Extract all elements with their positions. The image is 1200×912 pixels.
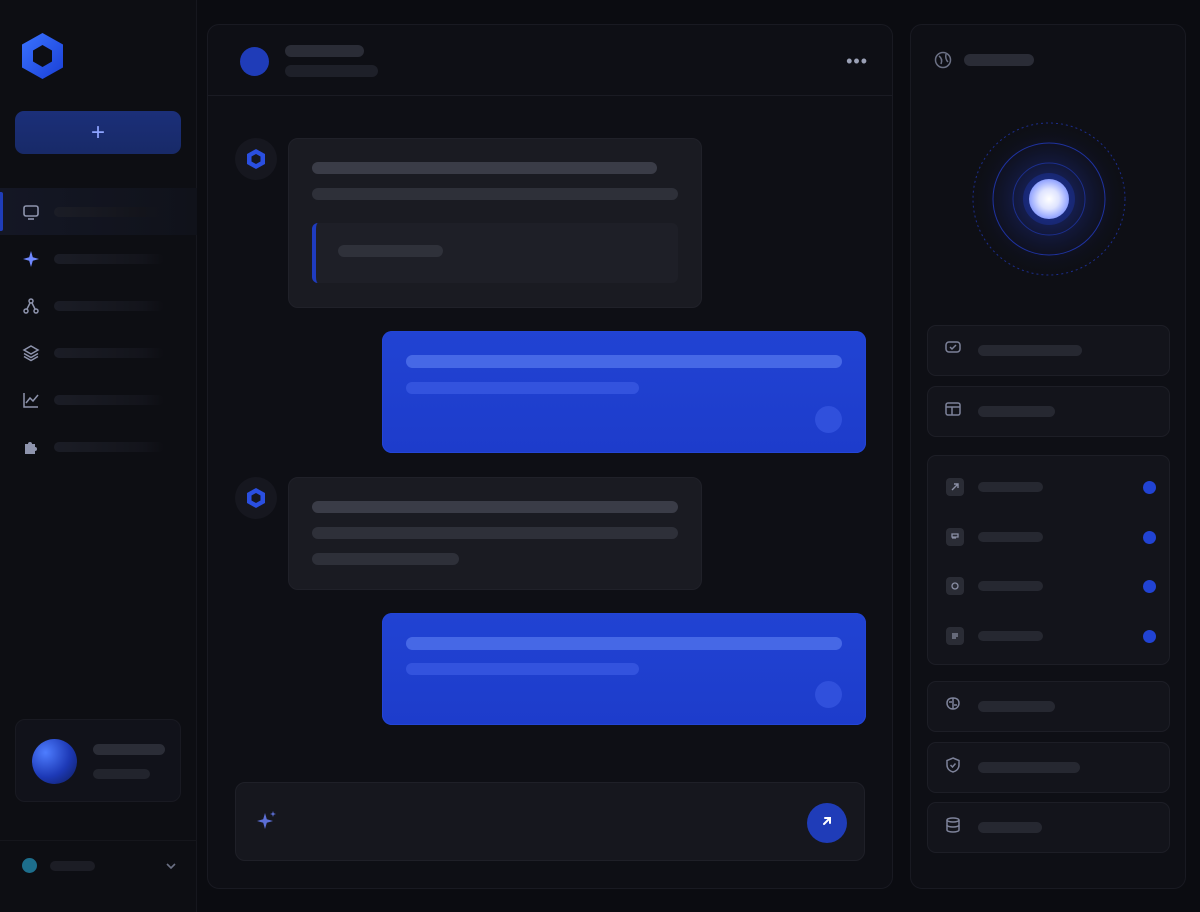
sidebar-item-layers[interactable] <box>0 329 197 376</box>
panel-title <box>964 54 1034 66</box>
sidebar-item-label <box>54 347 164 358</box>
message-text-line <box>312 501 678 513</box>
list-item[interactable] <box>946 626 1156 646</box>
sparkle-icon <box>21 249 41 269</box>
integrations-list <box>927 455 1170 665</box>
sidebar-item-label <box>54 394 164 405</box>
status-dot <box>1143 530 1156 544</box>
new-chat-button[interactable]: + <box>15 111 181 154</box>
sidebar-item-sparkle[interactable] <box>0 235 197 282</box>
feature-card[interactable] <box>927 802 1170 853</box>
assistant-message <box>288 138 702 308</box>
shield-chat-icon <box>944 339 962 362</box>
send-button[interactable] <box>807 803 847 843</box>
graph-nodes-icon <box>21 296 41 316</box>
app-icon <box>946 577 964 595</box>
sidebar-item-chat[interactable] <box>0 188 197 235</box>
conversation-avatar <box>240 47 269 76</box>
workspace-name <box>50 860 95 871</box>
chart-line-icon <box>21 390 41 410</box>
message-text-line <box>312 162 657 174</box>
user-message <box>382 613 866 725</box>
chat-panel: ••• <box>207 24 893 889</box>
puzzle-icon <box>21 437 41 457</box>
feature-card[interactable] <box>927 325 1170 376</box>
workspace-dot <box>22 858 37 873</box>
sidebar-nav <box>0 188 197 470</box>
list-item-label <box>978 532 1043 542</box>
more-horizontal-icon[interactable]: ••• <box>846 51 868 72</box>
status-dot <box>1143 579 1156 593</box>
conversation-subtitle <box>285 65 378 77</box>
list-item-label <box>978 482 1043 492</box>
sidebar-item-label <box>54 441 164 452</box>
assistant-orb <box>947 119 1151 281</box>
app-window: + ••• <box>0 0 1200 912</box>
message-input[interactable] <box>296 813 756 833</box>
message-quote-block <box>312 223 678 283</box>
window-icon <box>944 400 962 423</box>
card-label <box>978 822 1042 833</box>
message-text-line <box>406 663 639 675</box>
message-text-line <box>312 188 678 200</box>
hexagon-avatar-icon <box>235 138 277 180</box>
user-message <box>382 331 866 453</box>
app-icon <box>946 528 964 546</box>
hexagon-logo-icon[interactable] <box>20 31 65 81</box>
feature-card[interactable] <box>927 681 1170 732</box>
brain-icon <box>944 695 962 718</box>
avatar <box>32 739 77 784</box>
list-item[interactable] <box>946 576 1156 596</box>
sidebar-item-label <box>54 300 164 311</box>
layers-icon <box>21 343 41 363</box>
feature-card[interactable] <box>927 742 1170 793</box>
message-text-line <box>406 637 842 650</box>
profile-status <box>93 769 150 779</box>
context-panel <box>910 24 1186 889</box>
message-text-line <box>406 355 842 368</box>
card-label <box>978 406 1055 417</box>
sidebar-item-analytics[interactable] <box>0 376 197 423</box>
hexagon-avatar-icon <box>235 477 277 519</box>
app-icon <box>946 627 964 645</box>
quote-text-line <box>338 245 443 257</box>
status-dot <box>1143 480 1156 494</box>
app-icon <box>946 478 964 496</box>
profile-name <box>93 744 165 755</box>
feature-card[interactable] <box>927 386 1170 437</box>
shield-icon <box>944 756 962 779</box>
database-icon <box>944 816 962 839</box>
message-action-button[interactable] <box>815 681 842 708</box>
chevron-down-icon <box>165 859 177 877</box>
list-item[interactable] <box>946 527 1156 547</box>
globe-icon <box>933 50 953 75</box>
card-label <box>978 762 1080 773</box>
assistant-message <box>288 477 702 590</box>
sparkle-icon[interactable] <box>256 810 278 837</box>
message-text-line <box>406 382 639 394</box>
card-label <box>978 345 1082 356</box>
message-text-line <box>312 527 678 539</box>
profile-card[interactable] <box>15 719 181 802</box>
workspace-switcher[interactable] <box>0 840 197 890</box>
sidebar: + <box>0 0 197 912</box>
list-item[interactable] <box>946 477 1156 497</box>
chat-icon <box>21 202 41 222</box>
list-item-label <box>978 631 1043 641</box>
list-item-label <box>978 581 1043 591</box>
sidebar-item-label <box>54 206 164 217</box>
sidebar-item-graph[interactable] <box>0 282 197 329</box>
message-composer <box>235 782 865 861</box>
sidebar-item-plugins[interactable] <box>0 423 197 470</box>
sidebar-item-label <box>54 253 164 264</box>
arrow-up-icon <box>820 814 834 833</box>
card-label <box>978 701 1055 712</box>
status-dot <box>1143 629 1156 643</box>
chat-header: ••• <box>208 25 892 96</box>
message-action-button[interactable] <box>815 406 842 433</box>
conversation-title <box>285 45 364 57</box>
message-text-line <box>312 553 459 565</box>
